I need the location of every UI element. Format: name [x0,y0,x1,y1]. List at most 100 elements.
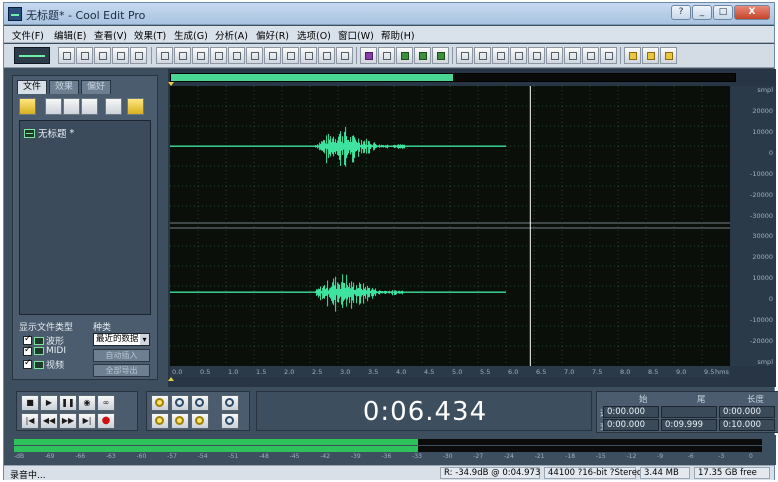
menu-view[interactable]: 查看(V) [94,28,127,42]
control-area: ■ ▶ ❚❚ ◉ ∞ |◀ ◀◀ ▶▶ ▶| ● 0:06.434 始 尾 长度… [10,389,778,433]
close-button[interactable]: X [734,5,770,20]
delete-icon[interactable] [282,47,299,64]
selection-length-field[interactable]: 0:00.000 [719,406,775,418]
selection-begin-field[interactable]: 0:00.000 [603,406,659,418]
menu-options[interactable]: 选项(O) [297,28,331,42]
new-file-icon[interactable] [58,47,75,64]
overview-bar[interactable] [170,73,736,82]
tab-files[interactable]: 文件 [17,80,48,94]
help-icon[interactable] [660,47,677,64]
zoom-right-icon[interactable] [191,413,209,429]
tab-effects[interactable]: 效果 [49,80,80,94]
waveform-view[interactable]: smpl 20000 10000 0 -10000 -20000 -30000 30000 20… [168,69,776,387]
snap-icon[interactable] [492,47,509,64]
zoom-in-horizontal-icon[interactable] [151,395,169,411]
zoom-out-vertical-icon[interactable] [221,413,239,429]
zoom-to-selection-icon[interactable] [151,413,169,429]
tab-favorites[interactable]: 偏好 [81,80,112,94]
list-icon[interactable] [600,47,617,64]
auto-insert-button[interactable]: 自动插入 [93,349,150,362]
selection-end-field[interactable] [661,406,717,418]
play-icon[interactable] [510,47,527,64]
stop-button[interactable]: ■ [21,395,39,411]
time-ruler[interactable]: 0.0 0.5 1.0 1.5 2.0 2.5 3.0 3.5 4.0 4.5 5.0 5.5 6.0 6… [170,366,730,377]
zoom-left-icon[interactable] [171,413,189,429]
fast-forward-button[interactable]: ▶▶ [59,413,77,429]
midi-checkbox[interactable] [23,345,32,356]
cd-icon[interactable] [318,47,335,64]
record-button[interactable]: ● [97,413,115,429]
redo-icon[interactable] [174,47,191,64]
save-file-icon[interactable] [94,47,111,64]
menu-window[interactable]: 窗口(W) [338,28,374,42]
zoom-in-vertical-icon[interactable] [221,395,239,411]
list-item[interactable]: 无标题 * [24,126,74,140]
play-to-end-button[interactable]: ◉ [78,395,96,411]
go-to-end-button[interactable]: ▶| [78,413,96,429]
go-to-start-button[interactable]: |◀ [21,413,39,429]
zoom-out-horizontal-icon[interactable] [171,395,189,411]
menu-edit[interactable]: 编辑(E) [54,28,86,42]
view-length-field[interactable]: 0:10.000 [719,419,775,431]
script-icon[interactable] [642,47,659,64]
menu-file[interactable]: 文件(F) [12,28,44,42]
help-button[interactable]: ? [671,5,691,20]
menu-effects[interactable]: 效果(T) [134,28,166,42]
record-icon[interactable] [336,47,353,64]
properties-icon[interactable] [564,47,581,64]
help-icon[interactable] [127,98,144,115]
mix-paste-icon[interactable] [246,47,263,64]
open-folder-icon[interactable] [19,98,36,115]
waveform-canvas[interactable] [170,86,730,366]
save-as-icon[interactable] [112,47,129,64]
menu-generate[interactable]: 生成(G) [174,28,208,42]
frequency-icon[interactable] [378,47,395,64]
zoom-full-icon[interactable] [191,395,209,411]
maximize-button[interactable]: □ [713,5,733,20]
channel-right-icon[interactable] [414,47,431,64]
properties-icon[interactable] [105,98,122,115]
file-list[interactable]: 无标题 * [19,120,151,315]
loop-icon[interactable] [456,47,473,64]
close-icon[interactable] [63,98,80,115]
menu-analyze[interactable]: 分析(A) [215,28,248,42]
paste-icon[interactable] [228,47,245,64]
pause-button[interactable]: ❚❚ [59,395,77,411]
loop-button[interactable]: ∞ [97,395,115,411]
title-bar[interactable]: 无标题* - Cool Edit Pro ? _ □ X [4,3,774,25]
level-meter[interactable]: -dB -69 -66 -63 -60 -57 -54 -51 -48 -45 -42 -39 -36-… [10,435,776,465]
overview-visible-range[interactable] [171,74,453,81]
edit-file-icon[interactable] [81,98,98,115]
menu-favorites[interactable]: 偏好(R) [256,28,289,42]
toggle-view-icon[interactable] [14,47,50,64]
play-button[interactable]: ▶ [40,395,58,411]
spectral-view-icon[interactable] [360,47,377,64]
silence-icon[interactable] [300,47,317,64]
rewind-button[interactable]: ◀◀ [40,413,58,429]
info-icon[interactable] [582,47,599,64]
level-tick-label: -51 [228,453,239,460]
undo-icon[interactable] [156,47,173,64]
sort-select[interactable]: 最近的数据 [93,333,150,346]
minimize-button[interactable]: _ [692,5,712,20]
video-checkbox[interactable] [23,358,32,369]
multitrack-icon[interactable] [624,47,641,64]
filter-video[interactable]: 视频 [23,358,64,371]
open-file-icon[interactable] [76,47,93,64]
view-begin-field[interactable]: 0:00.000 [603,419,659,431]
trim-icon[interactable] [264,47,281,64]
channel-both-icon[interactable] [432,47,449,64]
marker-icon[interactable] [474,47,491,64]
level-tick-label: -9 [657,453,664,460]
copy-icon[interactable] [210,47,227,64]
close-file-icon[interactable] [130,47,147,64]
filter-midi[interactable]: MIDI [23,345,66,356]
settings-icon[interactable] [546,47,563,64]
menu-help[interactable]: 帮助(H) [381,28,415,42]
import-icon[interactable] [45,98,62,115]
analyze-icon[interactable] [528,47,545,64]
export-all-button[interactable]: 全部导出 [93,364,150,377]
cut-icon[interactable] [192,47,209,64]
channel-left-icon[interactable] [396,47,413,64]
view-end-field[interactable]: 0:09.999 [661,419,717,431]
